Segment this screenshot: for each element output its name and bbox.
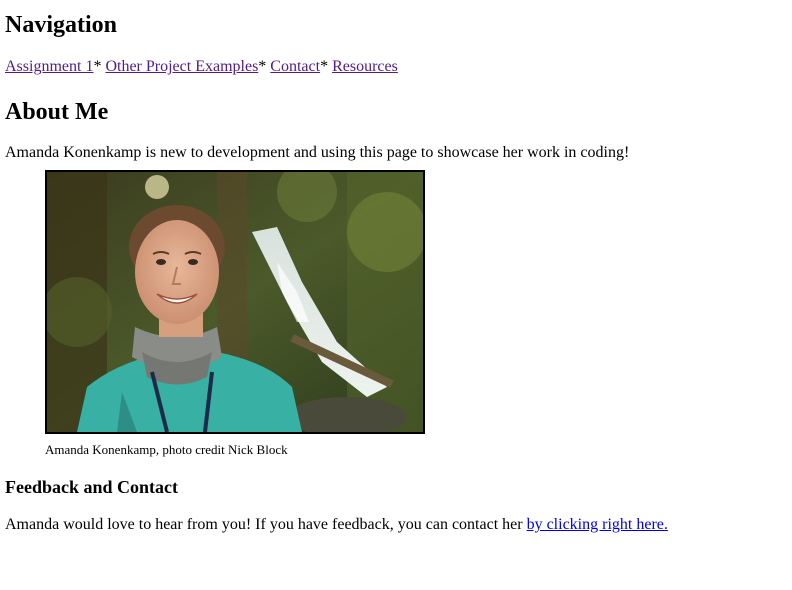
feedback-heading: Feedback and Contact: [5, 477, 179, 497]
photo-caption: Amanda Konenkamp, photo credit Nick Bloc…: [45, 442, 288, 457]
nav-link-other-project-examples[interactable]: Other Project Examples: [105, 58, 258, 75]
profile-photo: [45, 170, 425, 434]
nav-separator: *: [320, 58, 329, 75]
nav-link-resources[interactable]: Resources: [332, 58, 398, 75]
page: Navigation Assignment 1* Other Project E…: [0, 0, 792, 534]
navigation-heading: Navigation: [5, 12, 118, 38]
nav-separator: *: [93, 58, 102, 75]
feedback-paragraph: Amanda would love to hear from you! If y…: [5, 516, 787, 534]
profile-photo-figure: Amanda Konenkamp, photo credit Nick Bloc…: [45, 170, 787, 457]
navigation-links: Assignment 1* Other Project Examples* Co…: [5, 58, 787, 76]
nav-link-assignment-1[interactable]: Assignment 1: [5, 58, 93, 75]
nav-link-contact[interactable]: Contact: [270, 58, 320, 75]
about-intro-text: Amanda Konenkamp is new to development a…: [5, 144, 630, 161]
about-heading: About Me: [5, 99, 109, 125]
feedback-text: Amanda would love to hear from you! If y…: [5, 516, 527, 533]
contact-link[interactable]: by clicking right here.: [527, 516, 668, 533]
nav-separator: *: [258, 58, 267, 75]
profile-photo-image: [47, 172, 423, 432]
